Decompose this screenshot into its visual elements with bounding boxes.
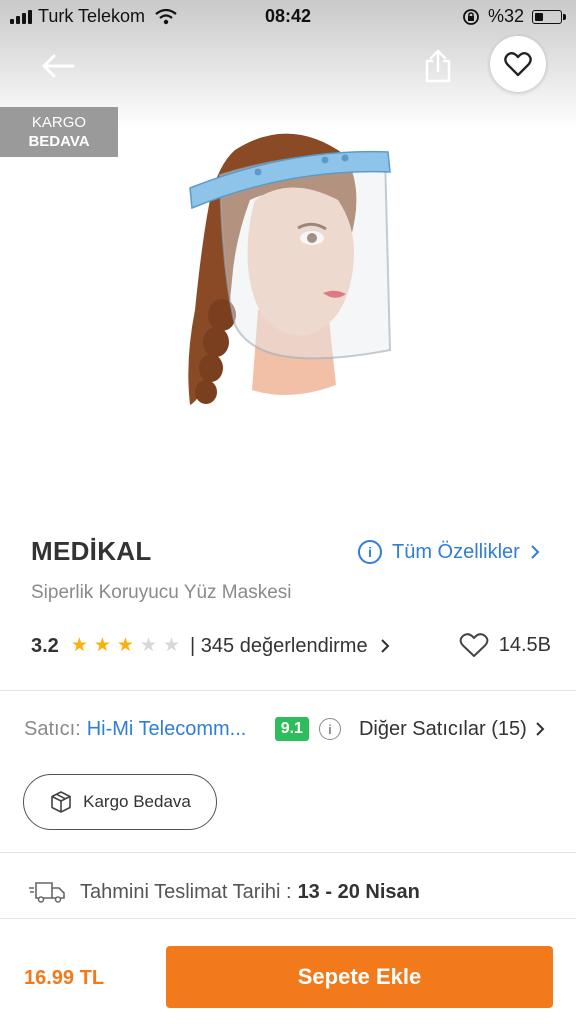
product-name: Siperlik Koruyucu Yüz Maskesi (31, 582, 292, 603)
delivery-dates: 13 - 20 Nisan (297, 880, 420, 903)
rating-stars: ★ ★ ★ ★ ★ (71, 636, 180, 656)
divider (0, 690, 576, 691)
price: 16.99 TL (24, 967, 105, 989)
delivery-row: Tahmini Teslimat Tarihi : 13 - 20 Nisan (28, 880, 420, 904)
orientation-lock-icon (463, 8, 479, 25)
free-cargo-badge: KARGO BEDAVA (0, 107, 118, 157)
bottom-bar: 16.99 TL Sepete Ekle (0, 918, 576, 1024)
chevron-right-icon (531, 545, 540, 559)
share-icon (425, 49, 451, 83)
info-icon: i (358, 540, 382, 564)
all-features-link[interactable]: i Tüm Özellikler (358, 540, 540, 564)
star-icon: ★ (139, 635, 157, 656)
free-cargo-label: Kargo Bedava (83, 792, 191, 811)
chevron-right-icon (380, 639, 389, 653)
add-to-cart-button[interactable]: Sepete Ekle (166, 946, 553, 1008)
battery-level (535, 12, 543, 21)
product-image[interactable] (140, 110, 430, 410)
star-icon: ★ (116, 635, 134, 656)
badge-line-2: BEDAVA (28, 133, 90, 150)
free-cargo-pill[interactable]: Kargo Bedava (23, 774, 217, 830)
seller-score-badge: 9.1 (274, 717, 309, 741)
divider (0, 852, 576, 853)
share-button[interactable] (416, 44, 460, 88)
reviews-link[interactable]: | 345 değerlendirme (190, 635, 390, 658)
heart-icon (504, 52, 532, 77)
rating-row: 3.2 ★ ★ ★ ★ ★ | 345 değerlendirme 14.5B (31, 632, 551, 660)
all-features-label: Tüm Özellikler (392, 540, 520, 563)
favorite-count[interactable]: 14.5B (459, 632, 551, 658)
back-arrow-icon (42, 54, 75, 78)
battery-icon (532, 9, 566, 24)
seller-row: Satıcı: Hi-Mi Telecomm... 9.1 i Diğer Sa… (24, 714, 554, 744)
delivery-label: Tahmini Teslimat Tarihi : (80, 880, 292, 903)
rating-score: 3.2 (31, 634, 59, 657)
reviews-label: | 345 değerlendirme (190, 634, 368, 657)
badge-line-1: KARGO (31, 114, 87, 131)
product-brand[interactable]: MEDİKAL (31, 536, 152, 567)
star-icon: ★ (163, 635, 181, 656)
star-icon: ★ (70, 635, 88, 656)
seller-name-link[interactable]: Hi-Mi Telecomm... (87, 718, 261, 741)
favorite-button[interactable] (490, 36, 546, 92)
favorite-count-value: 14.5B (498, 633, 551, 656)
status-bar: Turk Telekom 08:42 %32 (0, 0, 576, 34)
battery-percent: %32 (487, 6, 524, 26)
star-icon: ★ (93, 635, 111, 656)
product-hero: KARGO BEDAVA (0, 0, 576, 520)
chevron-right-icon (536, 722, 545, 736)
other-sellers-label: Diğer Satıcılar (15) (358, 717, 527, 740)
truck-icon (29, 882, 65, 903)
back-button[interactable] (36, 44, 80, 88)
status-right: %32 (462, 6, 566, 27)
heart-outline-icon (459, 633, 489, 657)
other-sellers-link[interactable]: Diğer Satıcılar (15) (359, 718, 545, 741)
seller-info-icon[interactable]: i (318, 718, 341, 740)
seller-label: Satıcı: (24, 717, 81, 740)
package-icon (51, 791, 71, 813)
